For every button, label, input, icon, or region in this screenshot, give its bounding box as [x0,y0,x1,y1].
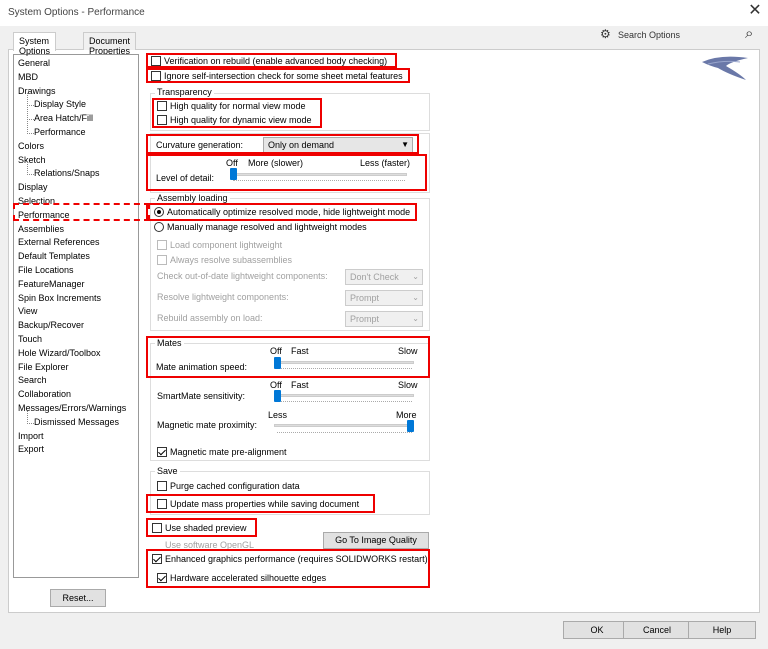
smartmate-label: SmartMate sensitivity: [157,391,246,401]
highlight-shaded-preview [146,518,257,537]
highlight-verification [146,53,397,68]
tree-item[interactable]: Backup/Recover [18,320,84,330]
search-options[interactable]: ⚙ Search Options ⌕ [600,25,762,45]
tree-item[interactable]: Touch [18,334,42,344]
close-icon[interactable]: ✕ [748,3,762,19]
ok-button[interactable]: OK [563,621,631,639]
tree-item[interactable]: File Explorer [18,362,69,372]
smartmate-ticks [277,401,412,404]
cancel-button[interactable]: Cancel [623,621,691,639]
assembly-loading-title: Assembly loading [155,193,230,203]
magnetic-label: Magnetic mate proximity: [157,420,258,430]
check-out-of-date-dropdown[interactable]: Don't Check ⌄ [345,269,423,285]
search-icon[interactable]: ⌕ [745,25,753,42]
help-button[interactable]: Help [688,621,756,639]
smartmate-slow-label: Slow [398,380,418,390]
tree-item[interactable]: Area Hatch/Fill [26,107,93,123]
highlight-ignore-self [146,68,410,83]
tree-item[interactable]: Import [18,431,44,441]
tree-item[interactable]: MBD [18,72,38,82]
rebuild-assembly-dropdown[interactable]: Prompt ⌄ [345,311,423,327]
chevron-down-icon: ⌄ [412,293,419,302]
purge-checkbox[interactable] [157,481,167,491]
rebuild-assembly-value: Prompt [350,314,380,324]
tree-item[interactable]: Display [18,182,48,192]
tree-item[interactable]: Search [18,375,47,385]
go-to-image-quality-button[interactable]: Go To Image Quality [323,532,429,549]
tree-item[interactable]: Export [18,444,44,454]
search-label: Search Options [618,30,681,40]
tree-item[interactable]: File Locations [18,265,74,275]
always-resolve-label: Always resolve subassemblies [170,255,293,265]
resolve-lightweight-label: Resolve lightweight components: [157,292,289,302]
prealign-checkbox[interactable] [157,447,167,457]
tree-item[interactable]: Messages/Errors/Warnings [18,403,126,413]
smartmate-slider-track[interactable] [274,394,414,397]
highlight-update-mass [146,494,375,513]
save-title: Save [155,466,180,476]
tree-item[interactable]: External References [18,237,100,247]
magnetic-less-label: Less [268,410,288,420]
highlight-tree-performance [13,203,150,221]
tree-item[interactable]: Hole Wizard/Toolbox [18,348,101,358]
magnetic-slider-track[interactable] [274,424,414,427]
transparency-title: Transparency [155,87,214,97]
always-resolve-checkbox[interactable] [157,255,167,265]
prealign-label: Magnetic mate pre-alignment [170,447,287,457]
tree-item[interactable]: Dismissed Messages [26,410,119,427]
chevron-down-icon: ⌄ [412,272,419,281]
tree-item[interactable]: Relations/Snaps [27,162,100,178]
solidworks-bird-logo [702,56,748,80]
tree-item[interactable]: Default Templates [18,251,90,261]
highlight-transparency [152,98,322,128]
check-out-of-date-value: Don't Check [350,272,399,282]
tree-item[interactable]: Drawings [18,86,56,96]
smartmate-off-label: Off [270,380,282,390]
resolve-lightweight-value: Prompt [350,293,380,303]
tree-item[interactable]: General [18,58,50,68]
load-lightweight-checkbox[interactable] [157,240,167,250]
tree-item[interactable]: View [18,306,37,316]
tab-document-properties[interactable]: Document Properties [83,32,137,56]
reset-button[interactable]: Reset... [50,589,106,607]
window-title: System Options - Performance [8,7,145,18]
tab-system-options[interactable]: System Options [13,32,57,56]
purge-label: Purge cached configuration data [170,481,300,491]
smartmate-fast-label: Fast [291,380,309,390]
magnetic-more-label: More [396,410,417,420]
manual-manage-label: Manually manage resolved and lightweight… [167,222,367,232]
highlight-mates [146,336,430,378]
gear-icon: ⚙ [600,27,611,41]
smartmate-slider-thumb[interactable] [274,390,281,402]
highlight-curvature [146,134,419,154]
tree-item[interactable]: Assemblies [18,224,64,234]
tree-item[interactable]: Colors [18,141,44,151]
tree-item[interactable]: Display Style [26,93,86,109]
tree-item[interactable]: Collaboration [18,389,71,399]
tree-item[interactable]: Spin Box Increments [18,293,101,303]
magnetic-ticks [277,432,412,435]
highlight-auto-optimize [146,203,417,221]
manual-manage-radio[interactable] [154,222,164,232]
rebuild-assembly-label: Rebuild assembly on load: [157,313,263,323]
highlight-enhanced-graphics [146,549,430,588]
tree-item[interactable]: Performance [27,121,86,137]
load-lightweight-label: Load component lightweight [170,240,283,250]
check-out-of-date-label: Check out-of-date lightweight components… [157,271,328,281]
options-tree[interactable]: General MBD Drawings Display Style Area Hatc… [13,54,139,578]
chevron-down-icon: ⌄ [412,314,419,323]
highlight-lod [146,154,427,191]
tree-item[interactable]: FeatureManager [18,279,85,289]
magnetic-slider-thumb[interactable] [407,420,414,432]
resolve-lightweight-dropdown[interactable]: Prompt ⌄ [345,290,423,306]
